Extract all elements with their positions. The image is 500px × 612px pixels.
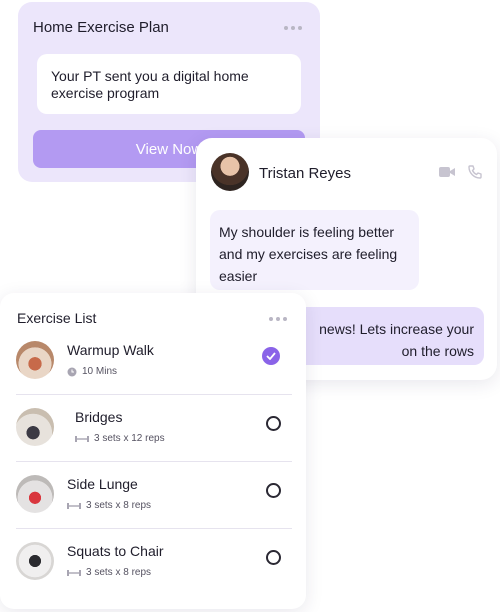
phone-call-icon[interactable]	[468, 165, 482, 179]
plan-title: Home Exercise Plan	[33, 19, 169, 36]
dumbbell-icon	[67, 502, 81, 509]
bridges-thumbnail	[16, 408, 54, 446]
incomplete-check-icon[interactable]	[266, 483, 281, 498]
dumbbell-icon	[75, 435, 89, 442]
exercise-meta: 10 Mins	[67, 366, 117, 377]
plan-message: Your PT sent you a digital home exercise…	[37, 54, 301, 114]
more-options-icon[interactable]	[269, 317, 287, 321]
exercise-meta: 3 sets x 8 reps	[67, 567, 151, 578]
exercise-meta: 3 sets x 8 reps	[67, 500, 151, 511]
list-item[interactable]: Bridges 3 sets x 12 reps	[16, 400, 292, 466]
incomplete-check-icon[interactable]	[266, 416, 281, 431]
list-item[interactable]: Warmup Walk 10 Mins	[16, 333, 292, 399]
video-call-icon[interactable]	[439, 166, 455, 178]
incoming-message: My shoulder is feeling better and my exe…	[210, 210, 419, 290]
divider	[16, 461, 292, 462]
exercise-name: Side Lunge	[67, 476, 138, 492]
exercise-name: Warmup Walk	[67, 342, 154, 358]
exercise-list-card: Exercise List Warmup Walk 10 Mins Bridge…	[0, 293, 306, 609]
exercise-meta: 3 sets x 12 reps	[75, 433, 165, 444]
exercise-meta-text: 3 sets x 12 reps	[94, 433, 165, 444]
clock-icon	[67, 367, 77, 376]
contact-name: Tristan Reyes	[259, 165, 351, 182]
incomplete-check-icon[interactable]	[266, 550, 281, 565]
exercise-meta-text: 3 sets x 8 reps	[86, 567, 152, 578]
avatar	[211, 153, 249, 191]
outgoing-message: news! Lets increase your on the rows	[294, 307, 484, 365]
dumbbell-icon	[67, 569, 81, 576]
more-options-icon[interactable]	[284, 26, 302, 30]
divider	[16, 394, 292, 395]
exercise-name: Squats to Chair	[67, 543, 164, 559]
exercise-meta-text: 10 Mins	[82, 366, 118, 377]
list-item[interactable]: Side Lunge 3 sets x 8 reps	[16, 467, 292, 533]
squats-to-chair-thumbnail	[16, 542, 54, 580]
exercise-meta-text: 3 sets x 8 reps	[86, 500, 152, 511]
list-item[interactable]: Squats to Chair 3 sets x 8 reps	[16, 534, 292, 600]
exercise-name: Bridges	[75, 409, 123, 425]
completed-check-icon[interactable]	[262, 347, 280, 365]
warmup-walk-thumbnail	[16, 341, 54, 379]
exercise-list-title: Exercise List	[17, 310, 97, 326]
side-lunge-thumbnail	[16, 475, 54, 513]
divider	[16, 528, 292, 529]
